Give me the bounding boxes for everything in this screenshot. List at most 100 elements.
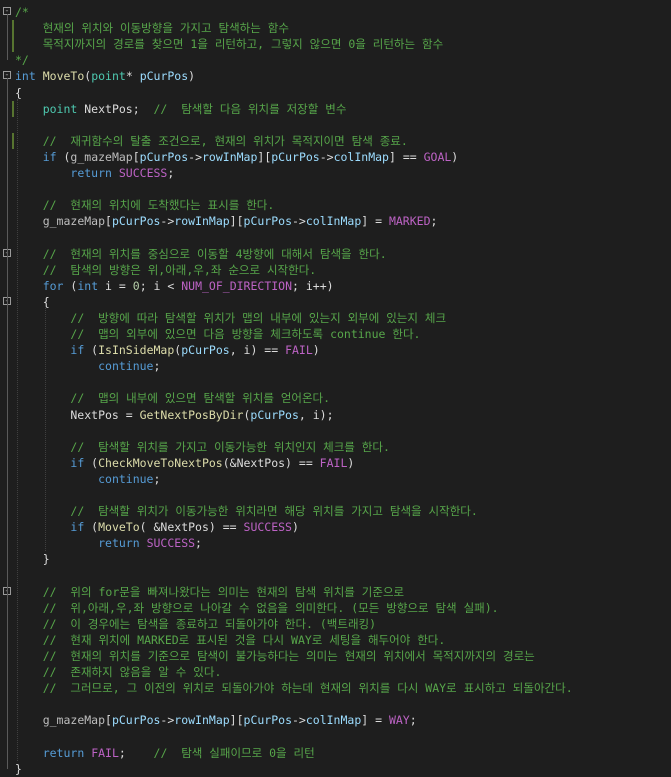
code-token-type: point [91, 69, 126, 84]
code-line[interactable]: // 탐색할 위치를 가지고 이동가능한 위치인지 체크를 한다. [0, 439, 671, 455]
code-line[interactable] [0, 117, 671, 133]
code-text: 목적지까지의 경로를 찾으면 1을 리턴하고, 그렇지 않으면 0을 리턴하는 … [15, 36, 444, 52]
code-line[interactable]: point NextPos; // 탐색할 다음 위치를 저장할 변수 [0, 101, 671, 117]
code-line[interactable]: return SUCCESS; [0, 535, 671, 551]
code-token-text: [ [132, 149, 140, 164]
code-line[interactable]: // 맵의 내부에 있으면 탐색할 위치를 얻어온다. [0, 390, 671, 406]
code-line[interactable]: if (g_mazeMap[pCurPos->rowInMap][pCurPos… [0, 149, 671, 165]
code-line[interactable]: if (CheckMoveToNextPos(&NextPos) == FAIL… [0, 455, 671, 471]
code-line[interactable]: return SUCCESS; [0, 165, 671, 181]
code-line[interactable]: - int MoveTo(point* pCurPos) [0, 68, 671, 84]
code-line[interactable]: */ [0, 52, 671, 68]
change-indicator [12, 20, 14, 53]
code-token-text: ( [84, 455, 99, 470]
code-token-kw: return [70, 166, 112, 180]
code-token-text: -> [188, 149, 202, 164]
code-token-text: i = [98, 278, 133, 293]
code-line[interactable] [0, 229, 671, 245]
code-line[interactable]: continue; [0, 471, 671, 487]
code-line[interactable]: // 존재하지 않음을 알 수 있다. [0, 664, 671, 680]
code-token-text: ; [409, 713, 417, 728]
code-token-macro: FAIL [285, 343, 313, 358]
code-token-text: ( [63, 278, 78, 293]
code-token-text: { [15, 294, 50, 309]
code-editor[interactable]: -/* 현재의 위치와 이동방향을 가지고 탐색하는 함수 목적지까지의 경로를… [0, 0, 671, 776]
code-line[interactable]: // 현재의 위치를 기준으로 탐색이 불가능하다는 의미는 현재의 위치에서 … [0, 648, 671, 664]
code-token-text: -> [292, 214, 306, 229]
code-line[interactable] [0, 181, 671, 197]
code-token-text: ) [291, 520, 299, 535]
code-token-text: , i); [298, 407, 334, 422]
code-line[interactable] [0, 423, 671, 439]
code-token-comment: // 위의 for문을 빠져나왔다는 의미는 현재의 탐색 위치를 기준으로 [42, 584, 405, 599]
code-line[interactable]: NextPos = GetNextPosByDir(pCurPos, i); [0, 407, 671, 423]
code-line[interactable]: g_mazeMap[pCurPos->rowInMap][pCurPos->co… [0, 213, 671, 229]
code-line[interactable]: // 현재 위치에 MARKED로 표시된 것을 다시 WAY로 세팅을 해두어… [0, 632, 671, 648]
code-token-kw: if [70, 520, 85, 535]
code-line[interactable]: { [0, 85, 671, 101]
code-line[interactable]: - // 위의 for문을 빠져나왔다는 의미는 현재의 탐색 위치를 기준으로 [0, 584, 671, 600]
code-line[interactable]: return FAIL; // 탐색 실패이므로 0을 리턴 [0, 745, 671, 761]
code-line[interactable]: - { [0, 294, 671, 310]
code-text: if (CheckMoveToNextPos(&NextPos) == FAIL… [15, 455, 354, 471]
code-line[interactable]: } [0, 761, 671, 777]
code-text: // 존재하지 않음을 알 수 있다. [15, 664, 222, 680]
code-token-comment: // 현재의 위치를 중심으로 이동할 4방향에 대해서 탐색을 한다. [42, 246, 387, 261]
code-token-text: } [15, 761, 22, 776]
code-text: /* [15, 4, 29, 20]
code-line[interactable] [0, 729, 671, 745]
code-token-text: ; [195, 536, 202, 551]
code-line[interactable]: // 그러므로, 그 이전의 위치로 되돌아가야 하는데 현재의 위치를 다시 … [0, 680, 671, 696]
code-token-kw: if [42, 149, 57, 164]
code-line[interactable]: // 현재의 위치에 도착했다는 표시를 한다. [0, 197, 671, 213]
code-token-var: rowInMap [174, 214, 230, 229]
code-line[interactable]: -/* [0, 4, 671, 20]
code-text: // 탐색할 위치를 가지고 이동가능한 위치인지 체크를 한다. [15, 439, 390, 455]
code-token-macro: WAY [388, 713, 410, 728]
code-token-var: pCurPos [250, 407, 299, 422]
code-line[interactable]: // 맵의 외부에 있으면 다음 방향을 체크하도록 continue 한다. [0, 326, 671, 342]
code-token-gvar: g_mazeMap [70, 149, 133, 164]
code-line[interactable] [0, 374, 671, 390]
code-token-var: pCurPos [243, 214, 292, 229]
code-line[interactable]: // 위,아래,우,좌 방향으로 나아갈 수 없음을 의미한다. (모든 방향으… [0, 600, 671, 616]
code-token-gvar: g_mazeMap [42, 713, 106, 728]
code-token-comment: // 맵의 내부에 있으면 탐색할 위치를 얻어온다. [70, 391, 331, 406]
code-line[interactable]: // 방향에 따라 탐색할 위치가 맵의 내부에 있는지 외부에 있는지 체크 [0, 310, 671, 326]
code-line[interactable]: if (MoveTo( &NextPos) == SUCCESS) [0, 519, 671, 535]
code-token-text: } [15, 552, 50, 567]
code-line[interactable] [0, 568, 671, 584]
code-text: // 현재의 위치를 기준으로 탐색이 불가능하다는 의미는 현재의 위치에서 … [15, 648, 535, 664]
code-line[interactable]: // 재귀함수의 탈출 조건으로, 현재의 위치가 목적지이면 탐색 종료. [0, 133, 671, 149]
code-text: // 현재 위치에 MARKED로 표시된 것을 다시 WAY로 세팅을 해두어… [15, 632, 446, 648]
code-token-text: (&NextPos) == [222, 455, 320, 470]
code-line[interactable]: // 탐색할 위치가 이동가능한 위치라면 해당 위치를 가지고 탐색을 시작한… [0, 503, 671, 519]
code-line[interactable] [0, 696, 671, 712]
code-token-text: ][ [229, 713, 244, 728]
code-line[interactable]: 현재의 위치와 이동방향을 가지고 탐색하는 함수 [0, 20, 671, 36]
code-line[interactable] [0, 487, 671, 503]
code-line[interactable]: continue; [0, 358, 671, 374]
code-token-text: ( [56, 149, 71, 164]
code-line[interactable]: // 탐색의 방향은 위,아래,우,좌 순으로 시작한다. [0, 262, 671, 278]
code-line[interactable]: if (IsInSideMap(pCurPos, i) == FAIL) [0, 342, 671, 358]
code-line[interactable]: - // 현재의 위치를 중심으로 이동할 4방향에 대해서 탐색을 한다. [0, 246, 671, 262]
code-line[interactable]: } [0, 551, 671, 567]
code-line[interactable]: for (int i = 0; i < NUM_OF_DIRECTION; i+… [0, 278, 671, 294]
code-token-kw: continue [98, 471, 154, 486]
code-line[interactable]: 목적지까지의 경로를 찾으면 1을 리턴하고, 그렇지 않으면 0을 리턴하는 … [0, 36, 671, 52]
code-token-var: pCurPos [181, 343, 230, 358]
code-text: // 탐색의 방향은 위,아래,우,좌 순으로 시작한다. [15, 262, 317, 278]
code-token-text: ; [118, 745, 154, 760]
code-text: // 위의 for문을 빠져나왔다는 의미는 현재의 탐색 위치를 기준으로 [15, 584, 404, 600]
code-line[interactable]: // 이 경우에는 탐색을 종료하고 되돌아가야 한다. (백트래킹) [0, 616, 671, 632]
code-text: return SUCCESS; [15, 165, 174, 181]
code-line[interactable]: g_mazeMap[pCurPos->rowInMap][pCurPos->co… [0, 712, 671, 728]
